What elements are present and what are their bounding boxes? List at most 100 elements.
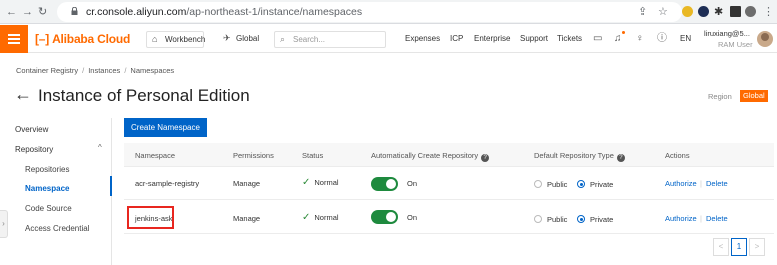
- search-placeholder: Search...: [293, 35, 326, 44]
- menu-icon[interactable]: [0, 25, 28, 53]
- extension-icon[interactable]: [682, 6, 693, 17]
- back-arrow-icon[interactable]: ←: [14, 84, 32, 104]
- auto-create-toggle[interactable]: [371, 210, 398, 224]
- help-icon[interactable]: ?: [616, 154, 625, 162]
- help-icon[interactable]: ⓘ: [657, 33, 667, 44]
- alibaba-cloud-logo[interactable]: [–] Alibaba Cloud: [35, 32, 130, 46]
- logo-text: Alibaba Cloud: [52, 32, 131, 46]
- home-icon: ⌂: [152, 34, 158, 44]
- toggle-label: On: [407, 213, 418, 222]
- sidebar-item-overview[interactable]: Overview: [15, 125, 48, 134]
- forward-icon[interactable]: →: [22, 5, 33, 19]
- profile-icon[interactable]: [745, 6, 756, 17]
- auto-create-toggle[interactable]: [371, 177, 398, 191]
- pagination-prev[interactable]: <: [713, 238, 729, 256]
- workbench-label: Workbench: [165, 35, 206, 44]
- browser-toolbar: ← → ↻ cr.console.aliyun.com/ap-northeast…: [0, 0, 777, 24]
- workbench-button[interactable]: ⌂ Workbench: [146, 31, 206, 48]
- nav-support[interactable]: Support: [520, 34, 548, 43]
- sidebar-item-repositories[interactable]: Repositories: [25, 165, 69, 174]
- column-default-repository-type: Default Repository Type?: [534, 151, 625, 162]
- bookmark-star-icon[interactable]: ☆: [658, 5, 668, 19]
- delete-link[interactable]: Delete: [706, 179, 728, 188]
- nav-tickets[interactable]: Tickets: [557, 34, 582, 43]
- terminal-icon[interactable]: ▭: [593, 33, 602, 44]
- row-divider: [124, 199, 774, 200]
- search-input[interactable]: ⌕ Search...: [274, 31, 386, 48]
- column-namespace: Namespace: [135, 151, 176, 160]
- url-path: /ap-northeast-1/instance/namespaces: [186, 6, 363, 18]
- delete-link[interactable]: Delete: [706, 214, 728, 223]
- lock-icon: [71, 7, 78, 15]
- permissions-value: Manage: [233, 214, 261, 223]
- console-header: [–] Alibaba Cloud ⌂ Workbench ✈ Global ⌕ …: [0, 25, 777, 53]
- permissions-value: Manage: [233, 179, 261, 188]
- help-icon[interactable]: ?: [481, 154, 490, 162]
- pagination-page-1[interactable]: 1: [731, 238, 747, 256]
- avatar[interactable]: [757, 31, 773, 47]
- public-radio[interactable]: [534, 180, 542, 188]
- column-status: Status: [302, 151, 324, 160]
- share-icon[interactable]: ⇪: [638, 5, 647, 19]
- sidebar-active-indicator: [110, 176, 112, 196]
- user-role: RAM User: [718, 40, 753, 49]
- user-name[interactable]: liruxiang@5...: [704, 29, 750, 38]
- check-icon: ✓: [302, 177, 311, 188]
- bell-icon[interactable]: ♫: [614, 33, 622, 44]
- extension-icon[interactable]: [698, 6, 709, 17]
- collapse-sidebar-icon[interactable]: ›: [0, 210, 8, 238]
- region-global-button[interactable]: ✈ Global: [218, 31, 264, 48]
- toggle-label: On: [407, 179, 418, 188]
- url-text[interactable]: cr.console.aliyun.com/ap-northeast-1/ins…: [86, 6, 362, 18]
- back-icon[interactable]: ←: [6, 5, 17, 19]
- chevron-up-icon[interactable]: ^: [98, 143, 102, 152]
- more-icon[interactable]: ⋮: [763, 5, 774, 19]
- row-divider: [124, 233, 774, 234]
- breadcrumb: Container Registry / Instances / Namespaces: [16, 66, 175, 75]
- status-cell: ✓ Normal: [302, 177, 339, 188]
- region-badge: Global: [740, 90, 768, 102]
- status-cell: ✓ Normal: [302, 212, 339, 223]
- private-label: Private: [590, 180, 614, 189]
- sidebar-item-code-source[interactable]: Code Source: [25, 204, 72, 213]
- highlight-annotation: [127, 206, 174, 229]
- page-title: Instance of Personal Edition: [38, 86, 250, 105]
- lightbulb-icon[interactable]: ♀: [636, 33, 644, 44]
- breadcrumb-container-registry[interactable]: Container Registry: [16, 66, 78, 75]
- breadcrumb-namespaces: Namespaces: [130, 66, 175, 75]
- url-host: cr.console.aliyun.com: [86, 6, 187, 18]
- reload-icon[interactable]: ↻: [38, 5, 47, 19]
- column-default-type-label: Default Repository Type: [534, 151, 614, 160]
- public-label: Public: [547, 180, 568, 189]
- region-label: Region: [708, 92, 732, 101]
- puzzle-icon[interactable]: ✱: [714, 5, 723, 19]
- status-text: Normal: [314, 178, 339, 187]
- public-radio[interactable]: [534, 215, 542, 223]
- sidebar-item-repository[interactable]: Repository: [15, 145, 53, 154]
- namespace-name: acr-sample-registry: [135, 179, 200, 188]
- private-label: Private: [590, 215, 614, 224]
- sidebar-item-access-credential[interactable]: Access Credential: [25, 224, 89, 233]
- private-radio[interactable]: [577, 215, 585, 223]
- globe-icon: ✈: [223, 33, 231, 43]
- sidebar-toggle-icon[interactable]: [730, 6, 741, 17]
- breadcrumb-instances[interactable]: Instances: [88, 66, 120, 75]
- nav-icp[interactable]: ICP: [450, 34, 463, 43]
- nav-expenses[interactable]: Expenses: [405, 34, 440, 43]
- nav-enterprise[interactable]: Enterprise: [474, 34, 510, 43]
- create-namespace-button[interactable]: Create Namespace: [124, 118, 207, 137]
- column-actions: Actions: [665, 151, 690, 160]
- search-icon: ⌕: [280, 34, 286, 44]
- authorize-link[interactable]: Authorize: [665, 179, 697, 188]
- global-label: Global: [236, 34, 260, 43]
- notification-dot: [622, 31, 625, 34]
- sidebar-item-namespace[interactable]: Namespace: [25, 184, 69, 193]
- private-radio[interactable]: [577, 180, 585, 188]
- public-label: Public: [547, 215, 568, 224]
- language-switch[interactable]: EN: [680, 34, 691, 43]
- status-text: Normal: [314, 213, 339, 222]
- pagination-next[interactable]: >: [749, 238, 765, 256]
- authorize-link[interactable]: Authorize: [665, 214, 697, 223]
- column-auto-create-label: Automatically Create Repository: [371, 151, 479, 160]
- column-auto-create-repository: Automatically Create Repository?: [371, 151, 490, 162]
